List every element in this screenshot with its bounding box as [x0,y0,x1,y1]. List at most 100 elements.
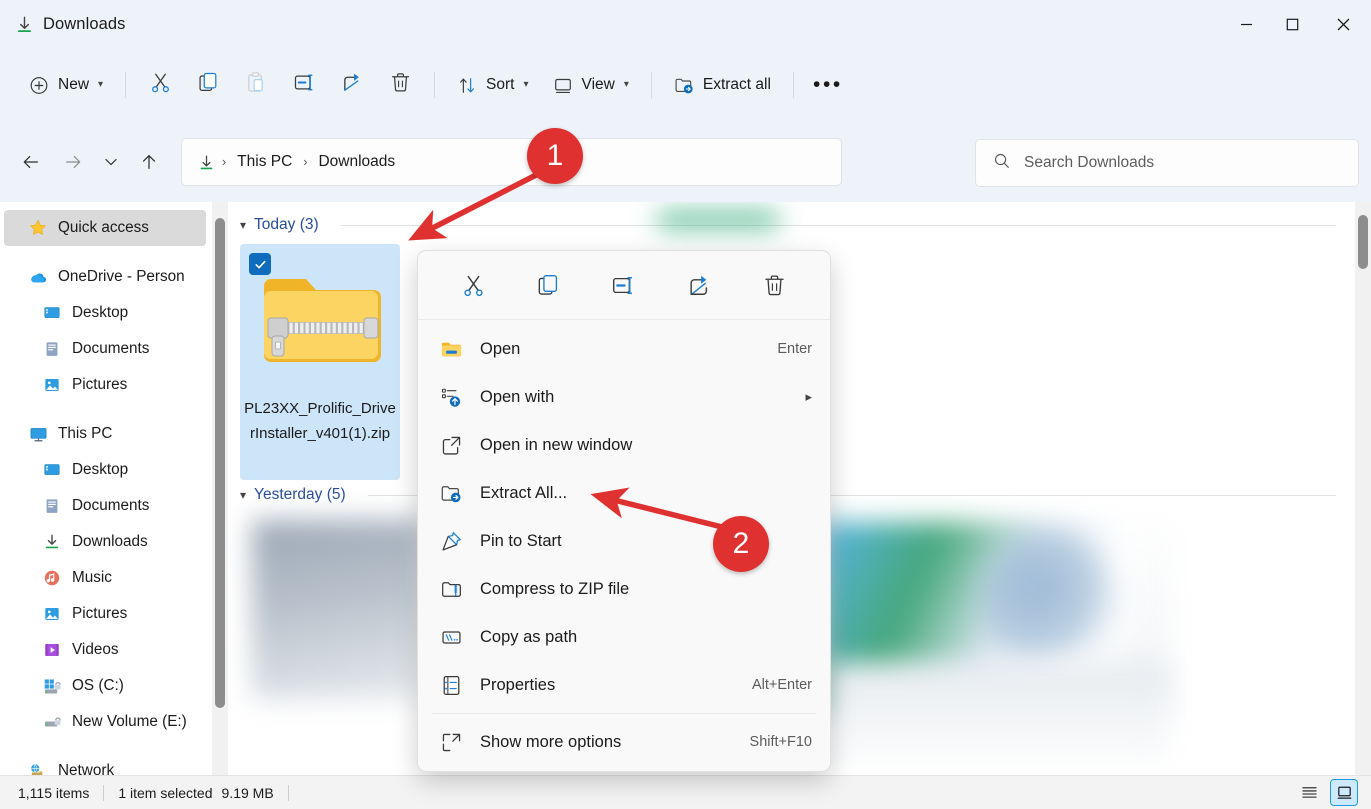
sidebar-label: Pictures [72,605,127,623]
sidebar-item-this-pc[interactable]: This PC [0,416,212,452]
recent-locations-button[interactable] [94,141,128,183]
close-button[interactable] [1315,0,1371,48]
minimize-button[interactable] [1223,0,1269,48]
file-thumbnail-blurred-overlay [980,530,1120,672]
status-divider [103,785,104,801]
sidebar-item-videos[interactable]: Videos [0,632,212,668]
sidebar-item-music[interactable]: Music [0,560,212,596]
paste-button[interactable] [233,66,279,104]
pictures-icon [42,375,62,395]
group-rule [341,225,1336,226]
group-header-today[interactable]: ▾ Today (3) [228,202,1340,234]
view-button[interactable]: View ▾ [542,66,640,104]
chevron-right-icon: ▸ [805,389,812,405]
back-button[interactable] [10,141,52,183]
up-button[interactable] [128,141,170,183]
this-pc-icon [28,424,48,444]
maximize-button[interactable] [1269,0,1315,48]
menu-item-show-more-options[interactable]: Show more options Shift+F10 [422,718,826,766]
sidebar-item-quick-access[interactable]: Quick access [4,210,206,246]
context-menu-icon-row [418,251,830,320]
navigation-pane: Quick access OneDrive - Person Desktop [0,202,212,775]
chevron-down-icon[interactable]: ▾ [240,218,246,232]
extract-all-label: Extract all [703,76,771,94]
sidebar-scrollbar[interactable] [212,202,228,775]
copy-icon[interactable] [527,265,571,305]
large-icons-view-button[interactable] [1330,779,1358,806]
sidebar-item-pictures-onedrive[interactable]: Pictures [0,367,212,403]
new-button[interactable]: New ▾ [18,66,114,104]
share-icon [341,71,364,99]
downloads-arrow-icon [14,14,34,34]
menu-item-accelerator: Alt+Enter [752,677,812,693]
plus-circle-icon [29,75,49,95]
sidebar-item-desktop-onedrive[interactable]: Desktop [0,295,212,331]
menu-item-label: Properties [480,676,735,695]
details-view-button[interactable] [1295,779,1323,806]
sidebar-item-documents[interactable]: Documents [0,488,212,524]
extract-all-icon [674,75,694,95]
sidebar-item-downloads[interactable]: Downloads [0,524,212,560]
chevron-down-icon: ▾ [523,80,528,90]
breadcrumb-downloads[interactable]: Downloads [313,150,400,174]
sidebar-item-pictures[interactable]: Pictures [0,596,212,632]
sidebar-label: New Volume (E:) [72,713,187,731]
share-button[interactable] [329,66,375,104]
status-divider-2 [288,785,289,801]
extract-all-icon [439,481,463,505]
search-box[interactable]: Search Downloads [975,139,1359,187]
sort-button[interactable]: Sort ▾ [446,66,539,104]
address-bar[interactable]: › This PC › Downloads [181,138,842,186]
videos-icon [42,640,62,660]
file-explorer-window: Downloads New ▾ [0,0,1371,809]
menu-item-compress-to-zip[interactable]: Compress to ZIP file [422,565,826,613]
breadcrumb-separator: › [220,155,228,169]
forward-button[interactable] [52,141,94,183]
extract-all-button[interactable]: Extract all [663,66,782,104]
group-label: Yesterday (5) [254,486,346,504]
sidebar-label: Downloads [72,533,148,551]
see-more-button[interactable]: ••• [805,66,851,104]
menu-item-open-with[interactable]: Open with ▸ [422,373,826,421]
view-icon [553,75,573,95]
copy-button[interactable] [185,66,231,104]
sidebar-item-desktop[interactable]: Desktop [0,452,212,488]
sidebar-item-new-volume-e[interactable]: New Volume (E:) [0,704,212,740]
file-tile-partial-green[interactable] [658,214,778,226]
file-tile-selected[interactable]: PL23XX_Prolific_DriverInstaller_v401(1).… [240,244,400,480]
rename-button[interactable] [281,66,327,104]
menu-item-label: Extract All... [480,484,795,503]
sidebar-item-documents-onedrive[interactable]: Documents [0,331,212,367]
properties-icon [439,673,463,697]
sidebar-label: Pictures [72,376,127,394]
menu-item-extract-all[interactable]: Extract All... [422,469,826,517]
delete-button[interactable] [377,66,423,104]
share-icon[interactable] [677,265,721,305]
ellipsis-icon: ••• [813,80,843,91]
pictures-icon [42,604,62,624]
sidebar-item-network[interactable]: Network [0,753,212,775]
chevron-down-icon[interactable]: ▾ [240,488,246,502]
window-controls [1223,0,1371,48]
menu-item-copy-as-path[interactable]: Copy as path [422,613,826,661]
rename-icon[interactable] [602,265,646,305]
content-scrollbar[interactable] [1355,202,1371,775]
sidebar-item-onedrive[interactable]: OneDrive - Person [0,259,212,295]
sidebar-item-os-c[interactable]: OS (C:) [0,668,212,704]
breadcrumb-this-pc[interactable]: This PC [232,150,297,174]
menu-item-open[interactable]: Open Enter [422,325,826,373]
file-thumbnail-blurred[interactable] [252,520,422,700]
sidebar-label: Videos [72,641,119,659]
content-scrollbar-thumb[interactable] [1358,215,1368,269]
search-input[interactable]: Search Downloads [1024,154,1154,172]
menu-item-open-in-new-window[interactable]: Open in new window [422,421,826,469]
sort-button-label: Sort [486,76,514,94]
cut-icon[interactable] [452,265,496,305]
sidebar-label: Quick access [58,219,149,237]
network-icon [28,761,48,775]
delete-icon[interactable] [752,265,796,305]
sidebar-scrollbar-thumb[interactable] [215,218,225,708]
menu-item-properties[interactable]: Properties Alt+Enter [422,661,826,709]
cut-button[interactable] [137,66,183,104]
title-bar: Downloads [0,0,1371,48]
